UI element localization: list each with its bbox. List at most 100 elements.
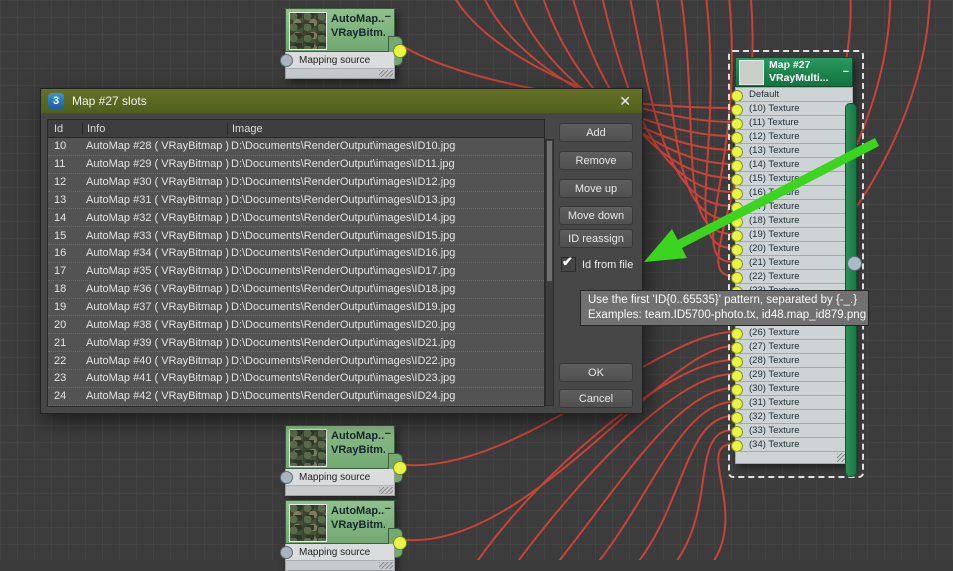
multi-map-node[interactable]: Map #27VRayMulti... − Default (10) Textu… [735, 57, 853, 464]
slot-socket[interactable] [731, 202, 743, 214]
slot-socket[interactable] [731, 146, 743, 158]
table-row[interactable]: 13 AutoMap #31 ( VRayBitmap ) D:\Documen… [48, 192, 544, 210]
texture-slot[interactable]: (33) Texture [735, 423, 853, 437]
output-socket[interactable] [393, 536, 407, 550]
texture-slot[interactable]: (27) Texture [735, 339, 853, 353]
slot-socket[interactable] [731, 440, 743, 452]
table-row[interactable]: 22 AutoMap #40 ( VRayBitmap ) D:\Documen… [48, 352, 544, 370]
table-row[interactable]: 11 AutoMap #29 ( VRayBitmap ) D:\Documen… [48, 156, 544, 174]
slot-socket[interactable] [731, 426, 743, 438]
mapping-source-slot[interactable]: Mapping source [285, 52, 395, 68]
slot-socket[interactable] [731, 90, 743, 102]
connection-wire[interactable] [680, 0, 733, 234]
texture-slot[interactable]: (20) Texture [735, 241, 853, 255]
collapse-icon[interactable]: − [385, 429, 391, 439]
texture-slot[interactable]: (19) Texture [735, 227, 853, 241]
texture-slot[interactable]: (31) Texture [735, 395, 853, 409]
slot-socket[interactable] [731, 118, 743, 130]
column-image[interactable]: Image [227, 123, 544, 135]
material-thumbnail[interactable] [289, 429, 327, 467]
mapping-source-slot[interactable]: Mapping source [285, 544, 395, 560]
bitmap-node-middle[interactable]: AutoMap...VRayBitm... − Mapping source [285, 425, 395, 496]
scrollbar-thumb[interactable] [547, 141, 552, 281]
move-up-button[interactable]: Move up [559, 179, 633, 198]
remove-button[interactable]: Remove [559, 151, 633, 170]
texture-slot[interactable]: (10) Texture [735, 101, 853, 115]
texture-slot[interactable]: (26) Texture [735, 325, 853, 339]
node-header[interactable]: AutoMap...VRayBitm... − [285, 425, 395, 469]
slot-socket[interactable] [731, 412, 743, 424]
texture-slot[interactable]: Default [735, 87, 853, 101]
table-row[interactable]: 20 AutoMap #38 ( VRayBitmap ) D:\Documen… [48, 316, 544, 334]
close-icon[interactable]: ✕ [615, 93, 635, 110]
connection-wire[interactable] [590, 402, 733, 560]
input-socket[interactable] [280, 471, 293, 484]
texture-slot[interactable]: (17) Texture [735, 199, 853, 213]
bitmap-node-top[interactable]: AutoMap...VRayBitm... − Mapping source [285, 8, 395, 79]
dialog-titlebar[interactable]: 3 Map #27 slots ✕ [41, 89, 642, 113]
slot-socket[interactable] [731, 272, 743, 284]
table-row[interactable]: 15 AutoMap #33 ( VRayBitmap ) D:\Documen… [48, 227, 544, 245]
bitmap-node-bottom[interactable]: AutoMap...VRayBitm... − Mapping source [285, 500, 395, 571]
table-row[interactable]: 18 AutoMap #36 ( VRayBitmap ) D:\Documen… [48, 281, 544, 299]
collapse-icon[interactable]: − [385, 504, 391, 514]
slot-socket[interactable] [731, 384, 743, 396]
material-thumbnail[interactable] [739, 60, 764, 85]
collapse-icon[interactable]: − [843, 67, 849, 77]
checkbox-box[interactable]: ✔ [561, 257, 576, 272]
output-socket[interactable] [393, 44, 407, 58]
output-socket[interactable] [847, 256, 862, 271]
input-socket[interactable] [280, 546, 293, 559]
texture-slot[interactable]: (32) Texture [735, 409, 853, 423]
slot-socket[interactable] [731, 174, 743, 186]
slot-table[interactable]: 10 AutoMap #28 ( VRayBitmap ) D:\Documen… [47, 138, 545, 407]
table-row[interactable]: 12 AutoMap #30 ( VRayBitmap ) D:\Documen… [48, 174, 544, 192]
node-header[interactable]: Map #27VRayMulti... − [735, 57, 853, 87]
slot-socket[interactable] [731, 244, 743, 256]
slot-socket[interactable] [731, 356, 743, 368]
slot-socket[interactable] [731, 230, 743, 242]
cancel-button[interactable]: Cancel [559, 389, 633, 408]
texture-slot[interactable]: (14) Texture [735, 157, 853, 171]
resize-grip[interactable] [379, 562, 393, 569]
texture-slot[interactable]: (29) Texture [735, 367, 853, 381]
table-row[interactable]: 10 AutoMap #28 ( VRayBitmap ) D:\Documen… [48, 138, 544, 156]
slot-socket[interactable] [731, 216, 743, 228]
texture-slot[interactable]: (11) Texture [735, 115, 853, 129]
node-header[interactable]: AutoMap...VRayBitm... − [285, 8, 395, 52]
slot-socket[interactable] [731, 342, 743, 354]
texture-slot[interactable]: (18) Texture [735, 213, 853, 227]
input-socket[interactable] [280, 54, 293, 67]
add-button[interactable]: Add [559, 123, 633, 142]
texture-slot[interactable]: (16) Texture [735, 185, 853, 199]
move-down-button[interactable]: Move down [559, 206, 633, 225]
column-info[interactable]: Info [82, 123, 227, 135]
mapping-source-slot[interactable]: Mapping source [285, 469, 395, 485]
ok-button[interactable]: OK [559, 363, 633, 382]
table-row[interactable]: 19 AutoMap #37 ( VRayBitmap ) D:\Documen… [48, 299, 544, 317]
texture-slot[interactable]: (21) Texture [735, 255, 853, 269]
texture-slot[interactable]: (12) Texture [735, 129, 853, 143]
material-thumbnail[interactable] [289, 504, 327, 542]
texture-slot[interactable]: (28) Texture [735, 353, 853, 367]
slot-socket[interactable] [731, 188, 743, 200]
slot-socket[interactable] [731, 370, 743, 382]
node-header[interactable]: AutoMap...VRayBitm... − [285, 500, 395, 544]
texture-slot[interactable]: (30) Texture [735, 381, 853, 395]
output-socket[interactable] [393, 461, 407, 475]
slot-socket[interactable] [731, 104, 743, 116]
table-row[interactable]: 16 AutoMap #34 ( VRayBitmap ) D:\Documen… [48, 245, 544, 263]
texture-slot[interactable]: (22) Texture [735, 269, 853, 283]
texture-slot[interactable]: (13) Texture [735, 143, 853, 157]
slot-socket[interactable] [731, 328, 743, 340]
table-row[interactable]: 24 AutoMap #42 ( VRayBitmap ) D:\Documen… [48, 388, 544, 406]
id-reassign-button[interactable]: ID reassign [559, 229, 633, 248]
id-from-file-checkbox[interactable]: ✔ Id from file [561, 257, 633, 272]
slot-socket[interactable] [731, 258, 743, 270]
column-id[interactable]: Id [48, 123, 82, 135]
table-row[interactable]: 23 AutoMap #41 ( VRayBitmap ) D:\Documen… [48, 370, 544, 388]
slot-socket[interactable] [731, 160, 743, 172]
table-row[interactable]: 17 AutoMap #35 ( VRayBitmap ) D:\Documen… [48, 263, 544, 281]
table-scrollbar[interactable] [545, 139, 554, 406]
texture-slot[interactable]: (34) Texture [735, 437, 853, 451]
